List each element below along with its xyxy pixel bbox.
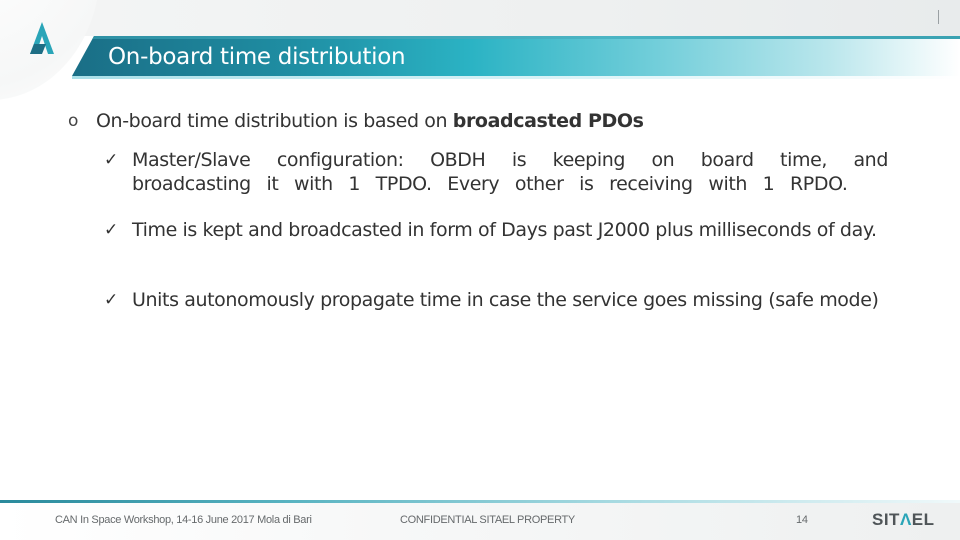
page-number: 14 <box>796 514 808 526</box>
brand-accent-icon: Λ <box>899 510 912 529</box>
footer-event: CAN In Space Workshop, 14-16 June 2017 M… <box>55 514 312 526</box>
sub-bullet-text: Master/Slave configuration: OBDH is keep… <box>132 149 888 195</box>
main-bullet-bold: broadcasted PDOs <box>452 110 644 132</box>
main-bullet-prefix: On-board time distribution is based on <box>96 110 453 132</box>
brand-text-end: EL <box>911 510 935 529</box>
main-bullet-text: On-board time distribution is based on b… <box>96 108 644 134</box>
sitael-brand-logo: SITΛEL <box>872 510 935 530</box>
slide-content: o On-board time distribution is based on… <box>0 0 960 540</box>
checkmark-icon: ✓ <box>104 220 118 240</box>
checkmark-icon: ✓ <box>104 150 118 170</box>
checkmark-icon: ✓ <box>104 290 118 310</box>
sub-bullet-text: Units autonomously propagate time in cas… <box>132 289 879 311</box>
brand-text-start: SIT <box>872 510 900 529</box>
circle-bullet-icon: o <box>68 111 79 131</box>
sub-bullet-text: Time is kept and broadcasted in form of … <box>132 219 877 241</box>
footer-confidential: CONFIDENTIAL SITAEL PROPERTY <box>400 514 575 526</box>
